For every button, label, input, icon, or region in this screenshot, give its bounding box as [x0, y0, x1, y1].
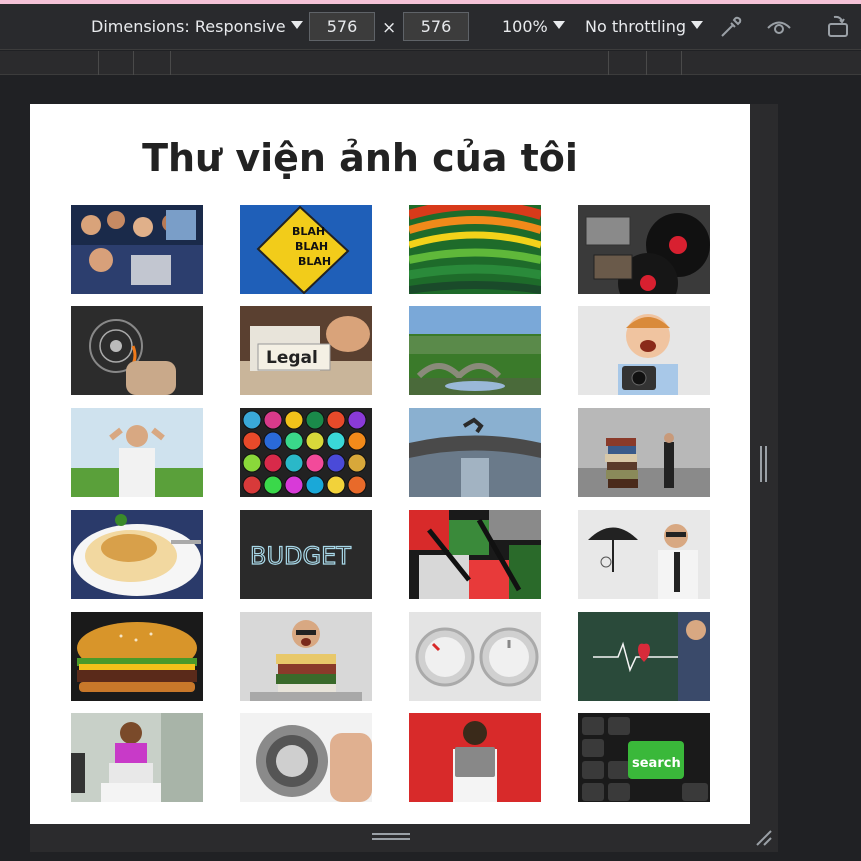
- gallery-image-search-key[interactable]: search: [578, 713, 710, 802]
- ruler-divider: [98, 51, 99, 75]
- rotate-icon[interactable]: [826, 14, 852, 40]
- resize-handle-right[interactable]: [760, 446, 768, 482]
- zoom-label: 100%: [502, 17, 548, 36]
- gallery-image-swirl[interactable]: [409, 205, 541, 294]
- gallery-image-umbrella-man[interactable]: [578, 510, 710, 599]
- times-symbol: ×: [382, 18, 397, 38]
- chevron-down-icon: [691, 20, 704, 29]
- chevron-down-icon: [290, 20, 303, 29]
- blah-text-2: BLAH: [295, 240, 328, 253]
- gallery-image-graffiti[interactable]: [409, 510, 541, 599]
- ruler-divider: [646, 51, 647, 75]
- eye-icon[interactable]: [766, 14, 792, 40]
- blah-text-1: BLAH: [292, 225, 325, 238]
- eyedropper-icon[interactable]: [718, 14, 744, 40]
- resize-handle-bottom[interactable]: [372, 833, 410, 843]
- gallery-image-burger[interactable]: [71, 612, 203, 701]
- gallery-image-knobs[interactable]: [409, 612, 541, 701]
- gallery-image-woman-laptop[interactable]: [71, 713, 203, 802]
- gallery-image-paperwork[interactable]: [240, 612, 372, 701]
- gallery-image-legal-folder[interactable]: Legal: [240, 306, 372, 395]
- ruler-divider: [681, 51, 682, 75]
- blah-text-3: BLAH: [298, 255, 331, 268]
- gallery-image-crowd[interactable]: [71, 205, 203, 294]
- gallery-image-heartbeat[interactable]: [578, 612, 710, 701]
- throttle-label: No throttling: [585, 17, 687, 36]
- chevron-down-icon: [552, 20, 565, 29]
- gallery-image-man-laptop-red[interactable]: [409, 713, 541, 802]
- gallery-image-spray-cans[interactable]: [240, 408, 372, 497]
- gallery-image-pasta[interactable]: [71, 510, 203, 599]
- throttle-dropdown[interactable]: No throttling: [585, 17, 704, 36]
- gallery-image-bridge-landscape[interactable]: [409, 306, 541, 395]
- dimensions-dropdown[interactable]: Dimensions: Responsive: [91, 17, 303, 36]
- resize-handle-corner-icon[interactable]: [755, 829, 773, 847]
- width-input[interactable]: 576: [309, 12, 375, 41]
- media-query-ruler[interactable]: [0, 51, 861, 75]
- gallery-image-vinyl[interactable]: [578, 205, 710, 294]
- dimensions-label: Dimensions: Responsive: [91, 17, 286, 36]
- page-title: Thư viện ảnh của tôi: [142, 136, 578, 180]
- ruler-divider: [170, 51, 171, 75]
- gallery-image-relaxing-man[interactable]: [71, 408, 203, 497]
- gallery-grid: BLAH BLAH BLAH Legal BUDGET search: [71, 205, 711, 805]
- zoom-dropdown[interactable]: 100%: [502, 17, 565, 36]
- gallery-image-jumping-man[interactable]: [409, 408, 541, 497]
- gallery-image-budget[interactable]: BUDGET: [240, 510, 372, 599]
- device-toolbar: Dimensions: Responsive 576 × 576 100% No…: [0, 4, 861, 50]
- budget-text: BUDGET: [250, 542, 351, 570]
- height-input[interactable]: 576: [403, 12, 469, 41]
- ruler-divider: [608, 51, 609, 75]
- gallery-image-blah-sign[interactable]: BLAH BLAH BLAH: [240, 205, 372, 294]
- gallery-image-books-man[interactable]: [578, 408, 710, 497]
- search-key-text: search: [632, 756, 681, 771]
- gallery-image-hand-interface[interactable]: [71, 306, 203, 395]
- gallery-image-safe-dial[interactable]: [240, 713, 372, 802]
- legal-text: Legal: [266, 348, 318, 368]
- gallery-image-boy-camera[interactable]: [578, 306, 710, 395]
- ruler-divider: [133, 51, 134, 75]
